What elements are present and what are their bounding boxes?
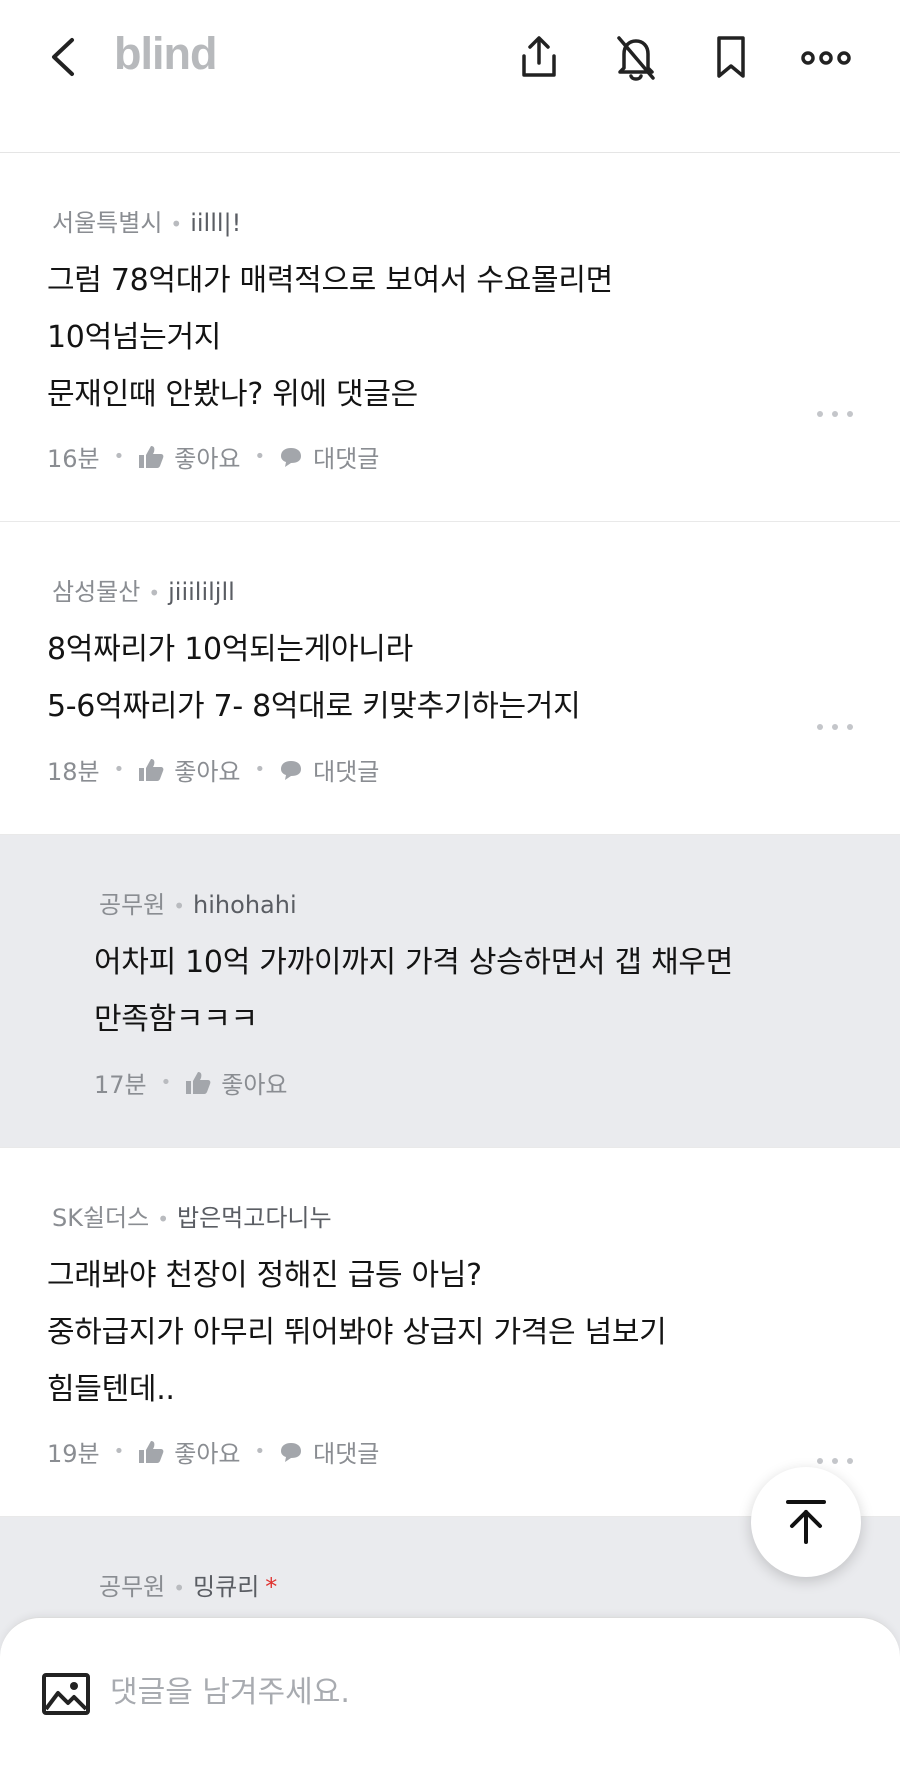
action-separator: • <box>114 446 125 467</box>
share-icon <box>514 30 564 84</box>
comment-text-line: 만족함ㅋㅋㅋ <box>94 994 258 1038</box>
comment-more-icon[interactable] <box>815 721 855 733</box>
thumbs-up-icon <box>138 758 164 782</box>
reply-item: 공무원 • hihohahi 어차피 10억 가까이까지 가격 상승하면서 갭 채우… <box>0 835 900 1148</box>
action-separator: • <box>114 1441 125 1462</box>
meta-separator: • <box>148 581 160 605</box>
comment-time: 17분 <box>94 1065 147 1100</box>
share-button[interactable] <box>514 30 564 84</box>
company-name[interactable]: SK쉴더스 <box>52 1204 149 1232</box>
like-button[interactable]: 좋아요 <box>138 439 240 474</box>
bookmark-icon <box>706 30 756 84</box>
action-separator: • <box>255 1441 266 1462</box>
top-app-bar: blind <box>0 0 900 153</box>
thumbs-up-icon <box>185 1071 211 1095</box>
speech-bubble-icon <box>279 446 303 468</box>
comment-text-line: 10억넘는거지 <box>47 312 221 356</box>
arrow-up-to-top-icon <box>784 1498 828 1546</box>
comment-text-line: 8억짜리가 10억되는게아니라 <box>47 624 413 668</box>
comment-text-line: 어차피 10억 가까이까지 가격 상승하면서 갭 채우면 <box>94 937 733 981</box>
comment-input[interactable] <box>110 1670 810 1714</box>
company-name[interactable]: 삼성물산 <box>52 578 140 606</box>
reply-button[interactable]: 대댓글 <box>279 1434 379 1469</box>
action-separator: • <box>114 759 125 780</box>
notification-off-icon <box>611 30 661 84</box>
comment-time: 19분 <box>47 1434 100 1469</box>
speech-bubble-icon <box>279 759 303 781</box>
comment-time: 18분 <box>47 752 100 787</box>
company-name[interactable]: 공무원 <box>99 891 165 919</box>
comment-more-icon[interactable] <box>815 408 855 420</box>
comment-text-line: 힘들텐데.. <box>47 1364 175 1408</box>
comment-text-line: 문재인때 안봤나? 위에 댓글은 <box>47 369 418 413</box>
like-button[interactable]: 좋아요 <box>138 752 240 787</box>
bookmark-button[interactable] <box>706 30 756 84</box>
comment-meta: 공무원 • 밍큐리* <box>99 1567 277 1602</box>
reply-button[interactable]: 대댓글 <box>279 439 379 474</box>
meta-separator: • <box>173 1576 185 1600</box>
back-button[interactable] <box>42 30 92 84</box>
scroll-to-top-button[interactable] <box>751 1467 861 1577</box>
comment-meta: 서울특별시 • iilll|! <box>52 203 241 238</box>
comment-meta: SK쉴더스 • 밥은먹고다니누 <box>52 1198 332 1233</box>
comment-meta: 공무원 • hihohahi <box>99 885 297 920</box>
nickname[interactable]: 밥은먹고다니누 <box>177 1204 332 1232</box>
like-label: 좋아요 <box>221 1065 287 1100</box>
like-label: 좋아요 <box>174 1434 240 1469</box>
comment-item: 삼성물산 • jiiililjll 8억짜리가 10억되는게아니라 5-6억짜리가 … <box>0 522 900 835</box>
comment-time: 16분 <box>47 439 100 474</box>
comment-actions: 18분 • 좋아요 • 대댓글 <box>47 752 379 787</box>
comment-item: SK쉴더스 • 밥은먹고다니누 그래봐야 천장이 정해진 급등 아님? 중하급지가 … <box>0 1148 900 1517</box>
speech-bubble-icon <box>279 1441 303 1463</box>
reply-button[interactable]: 대댓글 <box>279 752 379 787</box>
action-separator: • <box>255 446 266 467</box>
like-button[interactable]: 좋아요 <box>185 1065 287 1100</box>
nickname[interactable]: iilll|! <box>190 209 241 237</box>
comment-text-line: 그래봐야 천장이 정해진 급등 아님? <box>47 1250 482 1294</box>
comment-text-line: 5-6억짜리가 7- 8억대로 키맞추기하는거지 <box>47 681 580 725</box>
comment-actions: 17분 • 좋아요 <box>94 1065 288 1100</box>
comment-meta: 삼성물산 • jiiililjll <box>52 572 235 607</box>
comment-item: 서울특별시 • iilll|! 그럼 78억대가 매력적으로 보여서 수요몰리면 1… <box>0 153 900 522</box>
reply-label: 대댓글 <box>313 752 379 787</box>
comment-text-line: 중하급지가 아무리 뛰어봐야 상급지 가격은 넘보기 <box>47 1307 666 1351</box>
meta-separator: • <box>170 212 182 236</box>
meta-separator: • <box>157 1207 169 1231</box>
reply-label: 대댓글 <box>313 1434 379 1469</box>
like-label: 좋아요 <box>174 439 240 474</box>
like-button[interactable]: 좋아요 <box>138 1434 240 1469</box>
comment-text-line: 그럼 78억대가 매력적으로 보여서 수요몰리면 <box>47 255 613 299</box>
thumbs-up-icon <box>138 445 164 469</box>
author-mark: * <box>265 1573 277 1601</box>
nickname[interactable]: hihohahi <box>193 891 297 919</box>
comment-input-bar <box>0 1617 900 1766</box>
action-separator: • <box>255 759 266 780</box>
notification-toggle-button[interactable] <box>611 30 661 84</box>
nickname[interactable]: jiiililjll <box>168 578 235 606</box>
thumbs-up-icon <box>138 1440 164 1464</box>
back-chevron-icon <box>42 30 92 84</box>
action-separator: • <box>161 1072 172 1093</box>
meta-separator: • <box>173 894 185 918</box>
comment-actions: 16분 • 좋아요 • 대댓글 <box>47 439 379 474</box>
comment-more-icon[interactable] <box>815 1455 855 1467</box>
company-name[interactable]: 서울특별시 <box>52 209 162 237</box>
more-icon <box>800 30 852 84</box>
company-name[interactable]: 공무원 <box>99 1573 165 1601</box>
like-label: 좋아요 <box>174 752 240 787</box>
blind-logo[interactable]: blind <box>114 28 216 80</box>
image-attach-icon[interactable] <box>42 1673 90 1715</box>
reply-label: 대댓글 <box>313 439 379 474</box>
comment-actions: 19분 • 좋아요 • 대댓글 <box>47 1434 379 1469</box>
nickname[interactable]: 밍큐리 <box>193 1573 259 1601</box>
more-options-button[interactable] <box>800 30 852 84</box>
